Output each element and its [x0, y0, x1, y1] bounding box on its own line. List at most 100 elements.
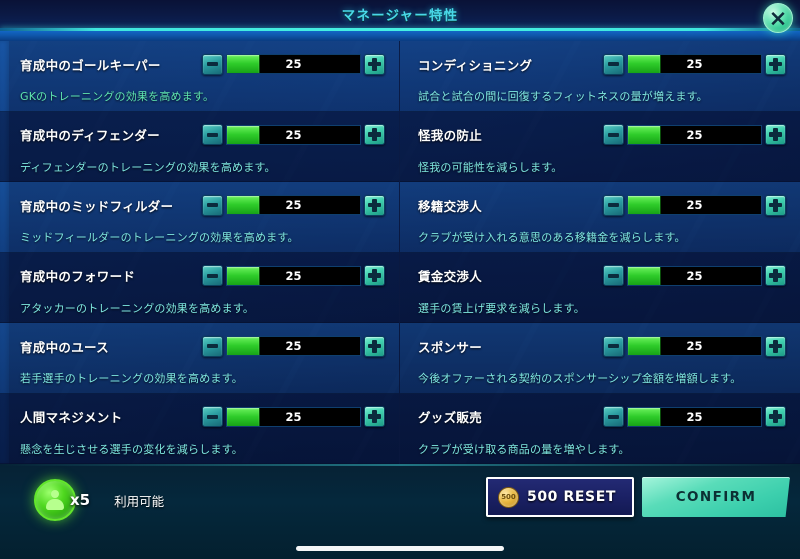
trait-value-text: 25	[285, 409, 302, 424]
trait-value-fill	[628, 337, 662, 355]
trait-value-text: 25	[686, 339, 703, 353]
trait-value-text: 25	[285, 198, 302, 212]
trait-row: スポンサー 25 今後オファーされる契約のスポンサーシップ金額を増額します。	[400, 323, 800, 394]
minus-icon[interactable]	[603, 335, 624, 357]
trait-title: 育成中のユース	[20, 339, 109, 355]
plus-icon[interactable]	[364, 124, 385, 145]
minus-icon[interactable]	[202, 406, 223, 427]
close-x-icon	[769, 9, 787, 27]
trait-description: アタッカーのトレーニングの効果を高めます。	[20, 301, 255, 315]
reset-button[interactable]: 500 500 RESET	[486, 477, 634, 517]
trait-value-fill	[628, 266, 662, 285]
minus-icon[interactable]	[603, 53, 624, 75]
trait-value-fill	[628, 55, 662, 73]
minus-icon[interactable]	[202, 265, 223, 286]
trait-value-fill	[628, 196, 662, 214]
close-button[interactable]	[763, 3, 793, 33]
reset-button-label: 500 RESET	[527, 489, 617, 505]
trait-row: 育成中のゴールキーパー 25 GKのトレーニングの効果を高めます。	[0, 41, 399, 112]
confirm-button[interactable]: CONFIRM	[642, 477, 790, 517]
footer-actions: 500 500 RESET CONFIRM	[486, 477, 790, 517]
trait-value-bar[interactable]: 25	[226, 406, 361, 427]
trait-title: コンディショニング	[418, 57, 533, 73]
trait-row: コンディショニング 25 試合と試合の間に回復するフィットネスの量が増えます。	[400, 41, 800, 112]
trait-row: 育成中のミッドフィルダー 25 ミッドフィールダーのトレーニングの効果を高めます。	[0, 182, 399, 253]
plus-icon[interactable]	[765, 124, 786, 145]
trait-title: 育成中のフォワード	[20, 269, 136, 284]
trait-value-bar[interactable]: 25	[627, 336, 762, 356]
trait-value-text: 25	[686, 198, 703, 212]
trait-row: 育成中のフォワード 25 アタッカーのトレーニングの効果を高めます。	[0, 252, 399, 323]
minus-icon[interactable]	[603, 124, 624, 145]
page-title: マネージャー特性	[341, 8, 459, 24]
trait-row: 育成中のユース 25 若手選手のトレーニングの効果を高めます。	[0, 323, 399, 394]
trait-title: 移籍交渉人	[418, 198, 483, 214]
trait-value-bar[interactable]: 25	[226, 195, 361, 215]
plus-icon[interactable]	[364, 406, 385, 427]
plus-icon[interactable]	[364, 194, 385, 216]
trait-value-bar[interactable]: 25	[627, 54, 762, 74]
plus-icon[interactable]	[364, 53, 385, 75]
trait-value-bar[interactable]: 25	[627, 124, 762, 145]
trait-value-fill	[227, 337, 261, 355]
trait-description: 試合と試合の間に回復するフィットネスの量が増えます。	[418, 90, 708, 103]
trait-row: 賃金交渉人 25 選手の賃上げ要求を減らします。	[400, 252, 800, 323]
minus-icon[interactable]	[202, 124, 223, 145]
trait-stepper: 25	[603, 124, 786, 145]
plus-icon[interactable]	[364, 335, 385, 357]
minus-icon[interactable]	[202, 53, 223, 75]
minus-icon[interactable]	[603, 406, 624, 427]
trait-row: 人間マネジメント 25 懸念を生じさせる選手の変化を減らします。	[0, 393, 399, 464]
minus-icon[interactable]	[603, 265, 624, 286]
traits-column-left: 育成中のゴールキーパー 25 GKのトレーニングの効果を高めます。育成中のディフェン…	[0, 41, 400, 464]
trait-value-fill	[227, 407, 261, 426]
trait-title: 育成中のミッドフィルダー	[20, 198, 174, 214]
trait-value-text: 25	[686, 127, 703, 142]
minus-icon[interactable]	[202, 335, 223, 357]
plus-icon[interactable]	[765, 194, 786, 216]
trait-value-bar[interactable]: 25	[627, 406, 762, 427]
trait-row: グッズ販売 25 クラブが受け取る商品の量を増やします。	[400, 393, 800, 464]
trait-value-bar[interactable]: 25	[226, 336, 361, 356]
trait-value-bar[interactable]: 25	[226, 54, 361, 74]
trait-value-text: 25	[686, 57, 703, 71]
token-count: x5	[70, 491, 91, 509]
trait-stepper: 25	[603, 53, 786, 75]
trait-value-fill	[227, 196, 261, 214]
trait-value-bar[interactable]: 25	[627, 265, 762, 286]
trait-stepper: 25	[202, 124, 385, 145]
plus-icon[interactable]	[765, 406, 786, 427]
plus-icon[interactable]	[765, 335, 786, 357]
trait-description: 懸念を生じさせる選手の変化を減らします。	[20, 442, 243, 456]
plus-icon[interactable]	[364, 265, 385, 286]
trait-value-bar[interactable]: 25	[226, 265, 361, 286]
trait-stepper: 25	[603, 335, 786, 357]
trait-description: ディフェンダーのトレーニングの効果を高めます。	[20, 160, 276, 174]
plus-icon[interactable]	[765, 53, 786, 75]
trait-stepper: 25	[603, 265, 786, 286]
trait-title: 育成中のディフェンダー	[20, 128, 160, 143]
token-counter: x5	[34, 479, 90, 521]
trait-value-bar[interactable]: 25	[627, 195, 762, 215]
trait-title: 怪我の防止	[418, 128, 483, 143]
coin-icon: 500	[498, 486, 519, 508]
home-indicator[interactable]	[296, 546, 504, 551]
trait-description: ミッドフィールダーのトレーニングの効果を高めます。	[20, 231, 299, 244]
trait-description: 怪我の可能性を減らします。	[418, 160, 563, 174]
trait-value-text: 25	[686, 268, 703, 283]
coin-icon-text: 500	[501, 493, 516, 501]
minus-icon[interactable]	[603, 194, 624, 216]
trait-title: スポンサー	[418, 339, 483, 355]
trait-description: 選手の賃上げ要求を減らします。	[418, 301, 585, 315]
footer-bar: x5 利用可能 500 500 RESET CONFIRM	[0, 464, 800, 559]
trait-value-text: 25	[285, 127, 302, 142]
trait-stepper: 25	[202, 194, 385, 216]
trait-description: 今後オファーされる契約のスポンサーシップ金額を増額します。	[418, 372, 742, 385]
plus-icon[interactable]	[765, 265, 786, 286]
header-accent-band	[0, 31, 800, 41]
traits-content: 育成中のゴールキーパー 25 GKのトレーニングの効果を高めます。育成中のディフェン…	[0, 41, 800, 464]
trait-value-bar[interactable]: 25	[226, 124, 361, 145]
traits-column-right: コンディショニング 25 試合と試合の間に回復するフィットネスの量が増えます。 怪我の…	[400, 41, 800, 464]
minus-icon[interactable]	[202, 194, 223, 216]
trait-title: グッズ販売	[418, 410, 483, 425]
